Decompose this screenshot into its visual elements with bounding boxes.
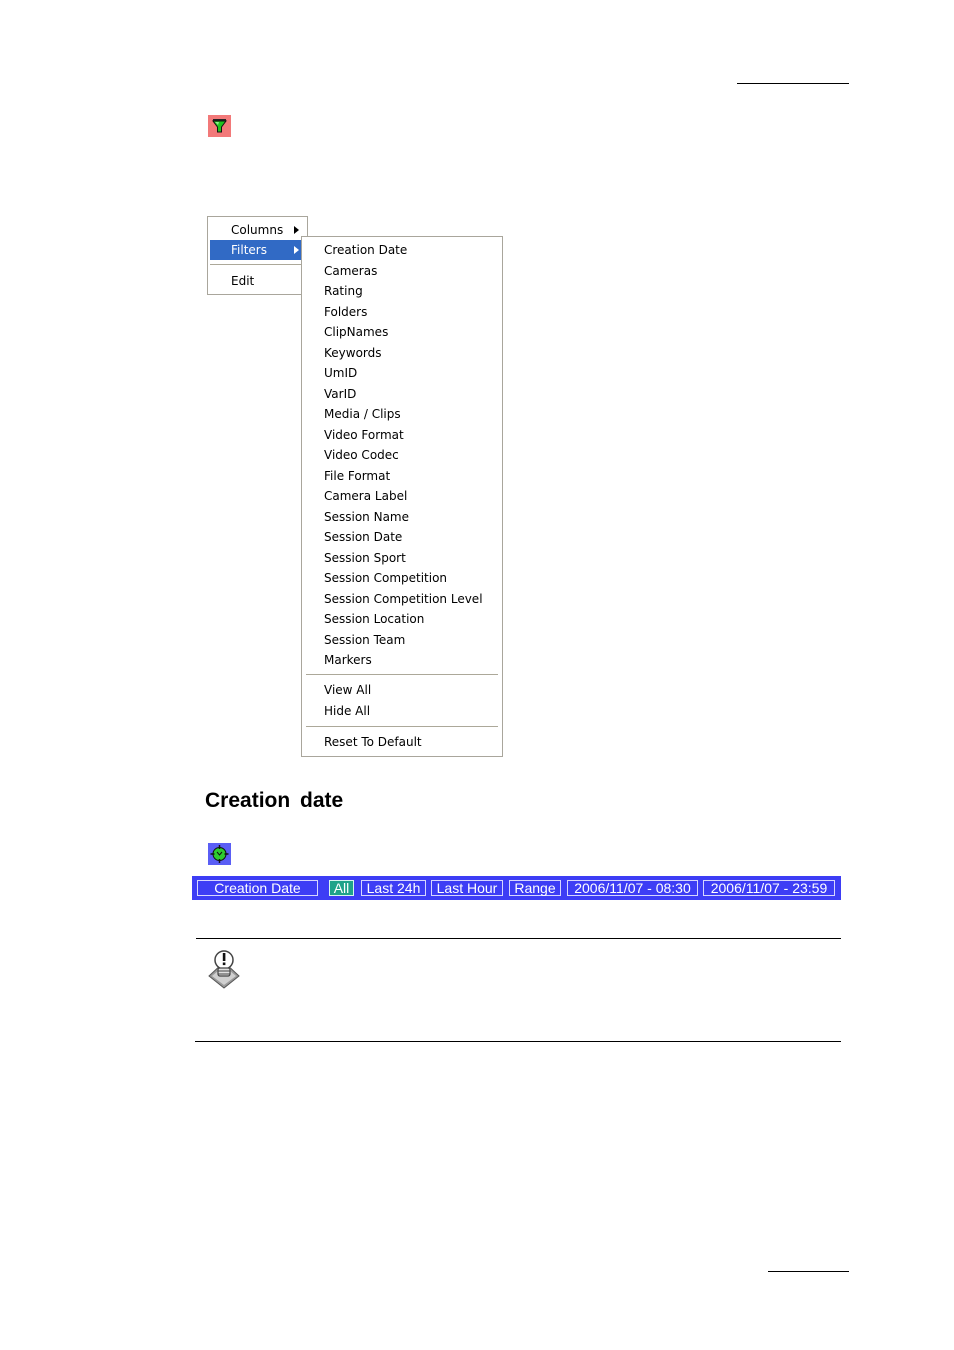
header-rule bbox=[737, 83, 849, 84]
menu-item-label: Markers bbox=[324, 653, 372, 667]
menu-item-label: Video Codec bbox=[324, 448, 399, 462]
menu-item-file-format[interactable]: File Format bbox=[304, 466, 500, 486]
menu-item-view-all[interactable]: View All bbox=[304, 680, 500, 700]
menu-item-session-competition-level[interactable]: Session Competition Level bbox=[304, 589, 500, 609]
menu-item-label: Reset To Default bbox=[324, 735, 422, 749]
menu-item-label: Cameras bbox=[324, 263, 378, 278]
menu-item-label: Columns bbox=[231, 223, 284, 237]
menu-item-edit[interactable]: Edit bbox=[210, 271, 301, 291]
menu-item-markers[interactable]: Markers bbox=[304, 650, 500, 670]
menu-item-folders[interactable]: Folders bbox=[304, 302, 500, 322]
filter-range-button[interactable]: Range bbox=[509, 880, 561, 896]
menu-item-label: Video Format bbox=[324, 427, 404, 442]
menu-item-label: Camera Label bbox=[324, 489, 408, 503]
filter-field-label[interactable]: Creation Date bbox=[197, 880, 318, 896]
menu-item-label: Session Team bbox=[324, 632, 406, 647]
menu-item-label: UmID bbox=[324, 366, 358, 380]
menu-item-label: Session Sport bbox=[324, 550, 406, 565]
menu-separator bbox=[306, 674, 498, 675]
filter-funnel-icon bbox=[208, 115, 231, 137]
menu-item-reset-to-default[interactable]: Reset To Default bbox=[304, 732, 500, 752]
menu-item-label: Session Name bbox=[324, 509, 410, 524]
note-bottom-rule bbox=[195, 1041, 841, 1042]
menu-item-label: Hide All bbox=[324, 704, 371, 718]
submenu-arrow-icon bbox=[294, 246, 299, 254]
menu-item-label: ClipNames bbox=[324, 325, 389, 339]
menu-item-varid[interactable]: VarID bbox=[304, 384, 500, 404]
menu-item-camera-label[interactable]: Camera Label bbox=[304, 486, 500, 506]
menu-item-session-competition[interactable]: Session Competition bbox=[304, 568, 500, 588]
menu-item-label: Creation Date bbox=[324, 243, 408, 257]
menu-item-label: Session Competition Level bbox=[324, 591, 483, 606]
menu-item-media-clips[interactable]: Media / Clips bbox=[304, 404, 500, 424]
filter-all-button[interactable]: All bbox=[329, 880, 354, 896]
menu-item-label: Session Location bbox=[324, 612, 425, 626]
menu-item-keywords[interactable]: Keywords bbox=[304, 343, 500, 363]
menu-item-filters[interactable]: Filters bbox=[210, 240, 301, 260]
range-end-field[interactable]: 2006/11/07 - 23:59 bbox=[703, 880, 835, 896]
menu-item-label: Session Competition bbox=[324, 571, 448, 585]
menu-item-creation-date[interactable]: Creation Date bbox=[304, 240, 500, 260]
clock-icon bbox=[208, 843, 231, 865]
menu-item-label: Keywords bbox=[324, 345, 382, 360]
menu-item-hide-all[interactable]: Hide All bbox=[304, 701, 500, 721]
menu-item-cameras[interactable]: Cameras bbox=[304, 261, 500, 281]
menu-item-label: VarID bbox=[324, 386, 357, 401]
menu-item-session-sport[interactable]: Session Sport bbox=[304, 548, 500, 568]
menu-item-session-location[interactable]: Session Location bbox=[304, 609, 500, 629]
filter-last-24h-button[interactable]: Last 24h bbox=[361, 880, 426, 896]
creation-date-filter-bar: Creation Date All Last 24h Last Hour Ran… bbox=[192, 876, 841, 900]
range-start-field[interactable]: 2006/11/07 - 08:30 bbox=[567, 880, 698, 896]
menu-item-label: Edit bbox=[231, 274, 255, 288]
filter-last-hour-button[interactable]: Last Hour bbox=[431, 880, 503, 896]
menu-separator bbox=[210, 264, 305, 265]
filters-submenu: Creation Date Cameras Rating Folders ClipNam… bbox=[301, 236, 503, 757]
menu-item-label: File Format bbox=[324, 468, 391, 483]
menu-item-video-codec[interactable]: Video Codec bbox=[304, 445, 500, 465]
menu-item-rating[interactable]: Rating bbox=[304, 281, 500, 301]
menu-item-label: Session Date bbox=[324, 530, 403, 544]
menu-item-label: Filters bbox=[231, 243, 267, 257]
menu-item-clipnames[interactable]: ClipNames bbox=[304, 322, 500, 342]
section-title: Creation date bbox=[205, 789, 344, 812]
note-top-rule bbox=[196, 938, 841, 939]
menu-item-label: Folders bbox=[324, 304, 368, 319]
menu-item-label: View All bbox=[324, 683, 372, 697]
menu-item-columns[interactable]: Columns bbox=[210, 220, 301, 240]
footer-rule bbox=[768, 1271, 849, 1272]
menu-separator bbox=[306, 726, 498, 727]
menu-item-video-format[interactable]: Video Format bbox=[304, 425, 500, 445]
menu-item-label: Media / Clips bbox=[324, 407, 401, 421]
context-menu: Columns Filters Edit bbox=[207, 216, 308, 295]
menu-item-session-team[interactable]: Session Team bbox=[304, 630, 500, 650]
note-lightbulb-icon bbox=[206, 948, 242, 990]
submenu-arrow-icon bbox=[294, 226, 299, 234]
menu-item-session-date[interactable]: Session Date bbox=[304, 527, 500, 547]
menu-item-umid[interactable]: UmID bbox=[304, 363, 500, 383]
menu-item-session-name[interactable]: Session Name bbox=[304, 507, 500, 527]
menu-item-label: Rating bbox=[324, 284, 363, 298]
